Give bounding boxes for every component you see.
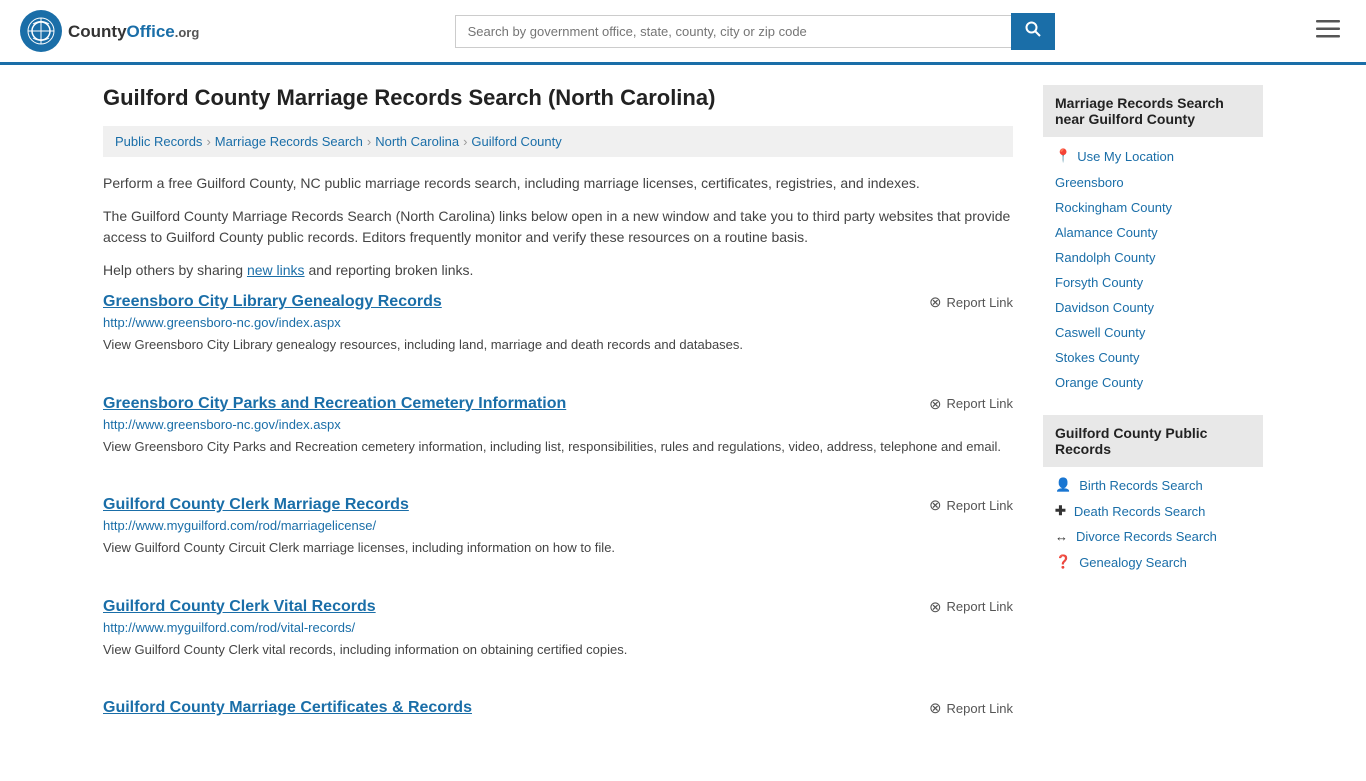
use-my-location-label: Use My Location [1077, 149, 1174, 164]
sidebar-item-stokes[interactable]: Stokes County [1043, 345, 1263, 370]
result-title[interactable]: Greensboro City Library Genealogy Record… [103, 293, 442, 311]
logo-text: CountyOffice.org [68, 21, 199, 41]
result-url[interactable]: http://www.greensboro-nc.gov/index.aspx [103, 417, 1013, 432]
description-3-suffix: and reporting broken links. [305, 262, 474, 278]
sidebar-item-caswell[interactable]: Caswell County [1043, 320, 1263, 345]
report-link[interactable]: ⊗ Report Link [929, 395, 1013, 413]
page-title: Guilford County Marriage Records Search … [103, 85, 1013, 111]
description-3: Help others by sharing new links and rep… [103, 260, 1013, 281]
report-link[interactable]: ⊗ Report Link [929, 496, 1013, 514]
report-label: Report Link [947, 396, 1013, 411]
result-title[interactable]: Greensboro City Parks and Recreation Cem… [103, 395, 566, 413]
sidebar-public-records-heading: Guilford County Public Records [1043, 415, 1263, 467]
result-item: Guilford County Marriage Certificates & … [103, 699, 1013, 731]
breadcrumb-sep-1: › [206, 134, 210, 149]
result-title[interactable]: Guilford County Marriage Certificates & … [103, 699, 472, 717]
report-label: Report Link [947, 295, 1013, 310]
divorce-records-label: Divorce Records Search [1076, 529, 1217, 544]
description-2: The Guilford County Marriage Records Sea… [103, 206, 1013, 248]
sidebar-use-location[interactable]: 📍 Use My Location [1043, 142, 1263, 170]
breadcrumb-marriage-records[interactable]: Marriage Records Search [215, 134, 363, 149]
report-icon: ⊗ [929, 699, 942, 717]
breadcrumb-nc[interactable]: North Carolina [375, 134, 459, 149]
report-icon: ⊗ [929, 598, 942, 616]
result-title[interactable]: Guilford County Clerk Vital Records [103, 598, 376, 616]
report-label: Report Link [947, 498, 1013, 513]
result-description: View Greensboro City Parks and Recreatio… [103, 437, 1013, 457]
sidebar-nearby-heading: Marriage Records Search near Guilford Co… [1043, 85, 1263, 137]
site-header: CountyOffice.org [0, 0, 1366, 65]
report-link[interactable]: ⊗ Report Link [929, 293, 1013, 311]
sidebar: Marriage Records Search near Guilford Co… [1043, 85, 1263, 761]
report-link[interactable]: ⊗ Report Link [929, 699, 1013, 717]
main-container: Guilford County Marriage Records Search … [83, 65, 1283, 781]
description-1: Perform a free Guilford County, NC publi… [103, 173, 1013, 194]
result-title[interactable]: Guilford County Clerk Marriage Records [103, 496, 409, 514]
sidebar-public-records-section: Guilford County Public Records 👤 Birth R… [1043, 415, 1263, 575]
sidebar-item-forsyth[interactable]: Forsyth County [1043, 270, 1263, 295]
death-records-label: Death Records Search [1074, 504, 1206, 519]
result-url[interactable]: http://www.myguilford.com/rod/vital-reco… [103, 620, 1013, 635]
report-icon: ⊗ [929, 496, 942, 514]
search-area [455, 13, 1055, 50]
new-links[interactable]: new links [247, 262, 305, 278]
content-area: Guilford County Marriage Records Search … [103, 85, 1013, 761]
genealogy-icon: ❓ [1055, 554, 1071, 570]
sidebar-item-greensboro[interactable]: Greensboro [1043, 170, 1263, 195]
result-url[interactable]: http://www.myguilford.com/rod/marriageli… [103, 518, 1013, 533]
report-icon: ⊗ [929, 395, 942, 413]
breadcrumb: Public Records › Marriage Records Search… [103, 126, 1013, 157]
description-3-prefix: Help others by sharing [103, 262, 247, 278]
sidebar-nearby-section: Marriage Records Search near Guilford Co… [1043, 85, 1263, 395]
breadcrumb-sep-2: › [367, 134, 371, 149]
cross-icon: ✚ [1055, 503, 1066, 519]
search-icon [1025, 21, 1041, 37]
sidebar-death-records[interactable]: ✚ Death Records Search [1043, 498, 1263, 524]
sidebar-birth-records[interactable]: 👤 Birth Records Search [1043, 472, 1263, 498]
location-pin-icon: 📍 [1055, 148, 1071, 164]
menu-icon[interactable] [1310, 11, 1346, 51]
report-label: Report Link [947, 701, 1013, 716]
genealogy-label: Genealogy Search [1079, 555, 1187, 570]
sidebar-genealogy[interactable]: ❓ Genealogy Search [1043, 549, 1263, 575]
birth-records-label: Birth Records Search [1079, 478, 1203, 493]
result-url[interactable]: http://www.greensboro-nc.gov/index.aspx [103, 315, 1013, 330]
result-item: Guilford County Clerk Vital Records ⊗ Re… [103, 598, 1013, 670]
result-item: Greensboro City Library Genealogy Record… [103, 293, 1013, 365]
sidebar-item-alamance[interactable]: Alamance County [1043, 220, 1263, 245]
report-icon: ⊗ [929, 293, 942, 311]
sidebar-item-davidson[interactable]: Davidson County [1043, 295, 1263, 320]
person-icon: 👤 [1055, 477, 1071, 493]
breadcrumb-sep-3: › [463, 134, 467, 149]
search-button[interactable] [1011, 13, 1055, 50]
result-item: Greensboro City Parks and Recreation Cem… [103, 395, 1013, 467]
report-link[interactable]: ⊗ Report Link [929, 598, 1013, 616]
breadcrumb-guilford[interactable]: Guilford County [471, 134, 561, 149]
sidebar-divorce-records[interactable]: ↔ Divorce Records Search [1043, 524, 1263, 549]
result-description: View Greensboro City Library genealogy r… [103, 335, 1013, 355]
logo[interactable]: CountyOffice.org [20, 10, 199, 52]
results-list: Greensboro City Library Genealogy Record… [103, 293, 1013, 731]
arrows-icon: ↔ [1055, 529, 1068, 544]
result-item: Guilford County Clerk Marriage Records ⊗… [103, 496, 1013, 568]
sidebar-item-randolph[interactable]: Randolph County [1043, 245, 1263, 270]
sidebar-item-orange[interactable]: Orange County [1043, 370, 1263, 395]
report-label: Report Link [947, 599, 1013, 614]
search-input[interactable] [455, 15, 1011, 48]
sidebar-item-rockingham[interactable]: Rockingham County [1043, 195, 1263, 220]
logo-icon [20, 10, 62, 52]
breadcrumb-public-records[interactable]: Public Records [115, 134, 202, 149]
result-description: View Guilford County Circuit Clerk marri… [103, 538, 1013, 558]
result-description: View Guilford County Clerk vital records… [103, 640, 1013, 660]
